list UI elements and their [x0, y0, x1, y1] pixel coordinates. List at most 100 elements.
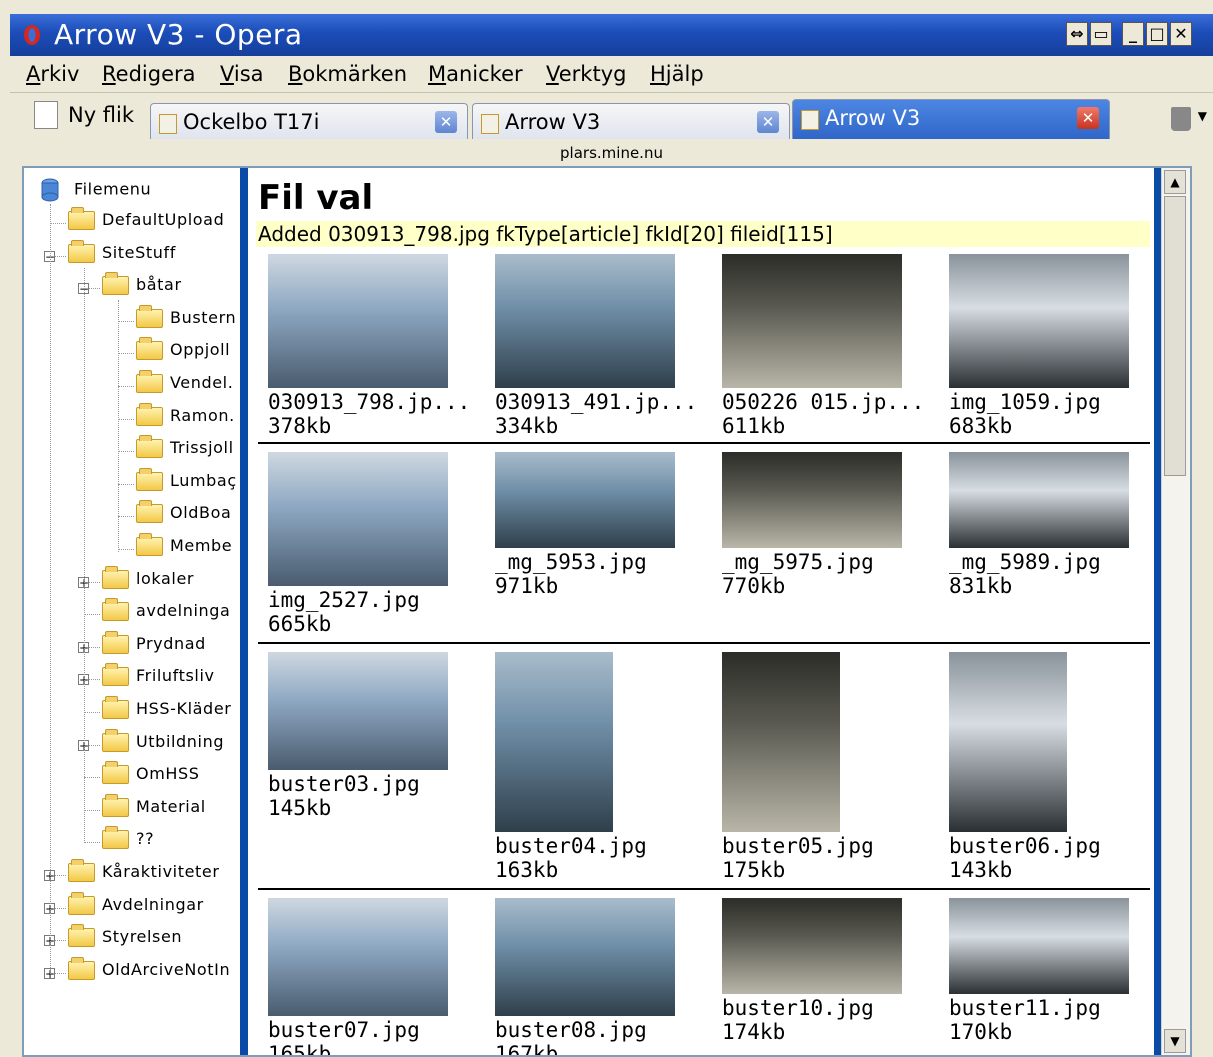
photo-thumbnail-image[interactable]	[949, 452, 1129, 548]
folder-icon	[102, 729, 129, 752]
tree-node[interactable]: lokaler	[102, 566, 194, 595]
tree-node[interactable]: OmHSS	[102, 761, 200, 790]
page-icon	[481, 114, 499, 134]
tree-node[interactable]: Lumbaç	[136, 468, 237, 497]
tree-connector	[84, 712, 100, 713]
tab-window-icon[interactable]: ▭	[1090, 22, 1112, 46]
scroll-up-icon[interactable]: ▲	[1164, 170, 1186, 194]
tree-node-label: Friluftsliv	[136, 666, 215, 685]
tree-node[interactable]: Vendel.	[136, 370, 233, 399]
menu-verktyg[interactable]: Verktyg	[546, 62, 626, 86]
scrollbar-thumb[interactable]	[1164, 196, 1186, 476]
window-titlebar[interactable]: Arrow V3 - Opera ⇔ ▭ _ □ ✕	[10, 14, 1213, 56]
tree-node[interactable]: Styrelsen	[68, 924, 182, 953]
content-frame: Filemenu DefaultUpload SiteStuff − båtar − Bu…	[22, 166, 1192, 1057]
photo-thumbnail-image[interactable]	[495, 254, 675, 388]
database-icon	[41, 178, 59, 202]
folder-icon	[68, 924, 95, 947]
file-size: 143kb	[949, 858, 1013, 882]
tree-node[interactable]: Oppjoll	[136, 337, 230, 366]
close-tab-icon[interactable]: ✕	[757, 111, 779, 133]
tree-node[interactable]: Friluftsliv	[102, 663, 215, 692]
tree-node[interactable]: Utbildning	[102, 729, 224, 758]
file-name: img_2527.jpg	[268, 588, 420, 612]
trash-icon[interactable]	[1171, 107, 1191, 131]
photo-thumbnail-image[interactable]	[495, 898, 675, 1016]
file-name: buster11.jpg	[949, 996, 1101, 1020]
tree-node[interactable]: SiteStuff	[68, 240, 176, 269]
file-name: 030913_491.jp...	[495, 390, 698, 414]
minimize-button[interactable]: _	[1122, 22, 1144, 46]
tree-node[interactable]: Bustern	[136, 305, 237, 334]
photo-thumbnail-image[interactable]	[495, 452, 675, 548]
photo-thumbnail-image[interactable]	[268, 898, 448, 1016]
tree-node[interactable]: HSS-Kläder	[102, 696, 231, 725]
chevron-down-icon[interactable]: ▼	[1198, 109, 1207, 123]
page-icon	[801, 110, 819, 130]
file-name: 030913_798.jp...	[268, 390, 471, 414]
row-divider	[258, 642, 1150, 644]
tree-root[interactable]: Filemenu	[40, 178, 151, 204]
folder-icon	[102, 696, 129, 719]
menu-bokmarken[interactable]: Bokmärken	[288, 62, 407, 86]
file-name: buster05.jpg	[722, 834, 874, 858]
tree-connector	[50, 204, 51, 974]
photo-thumbnail-image[interactable]	[722, 254, 902, 388]
photo-thumbnail-image[interactable]	[949, 254, 1129, 388]
tree-node[interactable]: Kåraktiviteter	[68, 859, 220, 888]
tree-node-label: OmHSS	[136, 764, 200, 783]
close-tab-icon[interactable]: ✕	[1077, 107, 1099, 129]
folder-icon	[68, 859, 95, 882]
file-size: 971kb	[495, 574, 559, 598]
photo-thumbnail-image[interactable]	[268, 254, 448, 388]
photo-thumbnail-image[interactable]	[722, 898, 902, 994]
tree-node-label: avdelninga	[136, 601, 231, 620]
folder-icon	[102, 272, 129, 295]
tree-node[interactable]: avdelninga	[102, 598, 231, 627]
maximize-button[interactable]: □	[1146, 22, 1168, 46]
file-name: _mg_5989.jpg	[949, 550, 1101, 574]
photo-thumbnail-image[interactable]	[722, 452, 902, 548]
menu-hjalp[interactable]: Hjälp	[650, 62, 704, 86]
file-size: 683kb	[949, 414, 1013, 438]
photo-thumbnail-image[interactable]	[268, 452, 448, 586]
photo-thumbnail-image[interactable]	[722, 652, 840, 832]
restore-tab-icon[interactable]: ⇔	[1066, 22, 1088, 46]
pane-divider[interactable]	[240, 168, 248, 1055]
photo-thumbnail-image[interactable]	[495, 652, 613, 832]
photo-thumbnail-image[interactable]	[949, 652, 1067, 832]
menu-visa[interactable]: Visa	[220, 62, 264, 86]
menu-manicker[interactable]: Manicker	[428, 62, 523, 86]
tree-node[interactable]: Avdelningar	[68, 892, 204, 921]
tree-node[interactable]: Prydnad	[102, 631, 206, 660]
tree-node[interactable]: DefaultUpload	[68, 207, 224, 236]
close-button[interactable]: ✕	[1170, 22, 1192, 46]
page-title: Fil val	[258, 178, 374, 218]
tab-ockelbo[interactable]: Ockelbo T17i ✕	[150, 103, 468, 139]
tree-node-label: Bustern	[170, 308, 237, 327]
file-name: buster08.jpg	[495, 1018, 647, 1042]
tree-node[interactable]: båtar	[102, 272, 182, 301]
menu-redigera[interactable]: Redigera	[102, 62, 196, 86]
tree-node[interactable]: Material	[102, 794, 206, 823]
tree-node[interactable]: OldArciveNotIn	[68, 957, 230, 986]
tree-node[interactable]: Trissjoll	[136, 435, 234, 464]
tab-label: Arrow V3	[825, 106, 921, 130]
scroll-down-icon[interactable]: ▼	[1164, 1029, 1186, 1053]
tab-arrow-v3-active[interactable]: Arrow V3 ✕	[792, 99, 1110, 139]
photo-thumbnail-image[interactable]	[949, 898, 1129, 994]
tree-node-label: Lumbaç	[170, 471, 237, 490]
tree-node[interactable]: Membe	[136, 533, 232, 562]
tree-node[interactable]: Ramon.	[136, 403, 235, 432]
folder-icon	[102, 598, 129, 621]
tab-arrow-v3[interactable]: Arrow V3 ✕	[472, 103, 790, 139]
photo-thumbnail-image[interactable]	[268, 652, 448, 770]
tree-node[interactable]: ??	[102, 826, 154, 855]
tree-node[interactable]: OldBoa	[136, 500, 231, 529]
menu-arkiv[interactable]: Arkiv	[26, 62, 79, 86]
vertical-scrollbar[interactable]: ▲ ▼	[1161, 168, 1190, 1055]
tree-connector	[84, 777, 100, 778]
row-divider	[258, 888, 1150, 890]
close-tab-icon[interactable]: ✕	[435, 111, 457, 133]
new-page-icon	[34, 101, 58, 129]
